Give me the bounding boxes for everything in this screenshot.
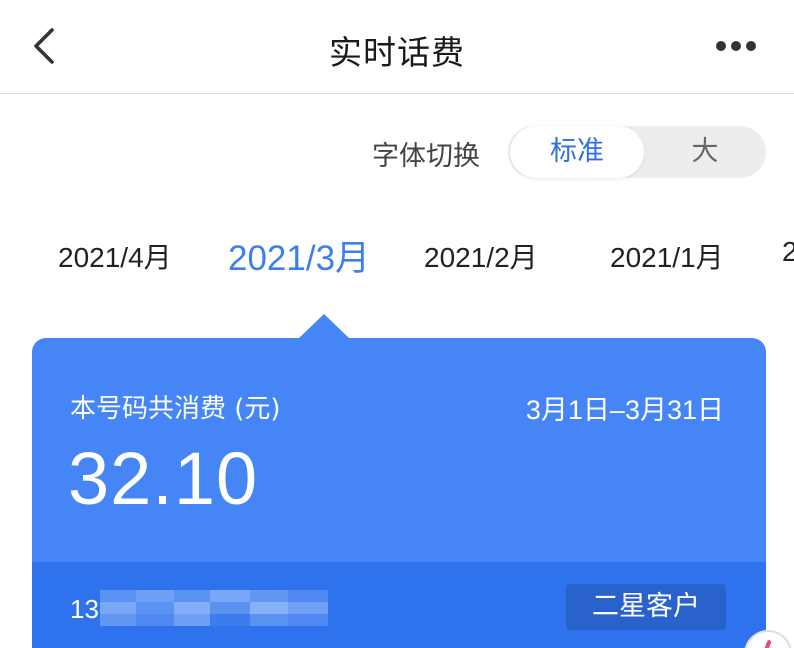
consumption-amount: 32.10 [68,437,259,520]
tab-month[interactable]: 2021/1月 [610,236,724,276]
font-switch-row: 字体切换 标准 大 [0,124,794,180]
page-title: 实时话费 [329,33,465,72]
consumption-card: 本号码共消费 (元) 3月1日–3月31日 32.10 13 二星客户 [32,338,766,648]
navigation-bar: 实时话费 [0,0,794,94]
month-tabs: 2021/4月 2021/3月 2021/2月 2021/1月 2 [0,226,794,286]
more-horizontal-icon [731,41,741,51]
card-footer: 13 二星客户 [32,562,766,648]
tab-month[interactable]: 2 [782,236,794,268]
customer-level-badge: 二星客户 [566,584,726,630]
more-horizontal-icon [716,41,726,51]
date-range: 3月1日–3月31日 [525,395,724,425]
more-horizontal-icon [746,41,756,51]
tab-month[interactable]: 2021/2月 [424,236,538,276]
tab-month-selected[interactable]: 2021/3月 [228,230,370,281]
more-button[interactable] [712,32,760,62]
font-size-toggle: 标准 大 [508,126,766,178]
consumption-label: 本号码共消费 (元) [70,394,281,424]
phone-number-mosaic [100,590,328,632]
assistant-icon [764,639,772,648]
phone-number: 13 [70,594,99,624]
selected-month-pointer [298,314,350,339]
tab-month[interactable]: 2021/4月 [58,236,172,276]
font-option-standard[interactable]: 标准 [510,126,644,178]
font-switch-label: 字体切换 [372,141,480,172]
font-option-large[interactable]: 大 [644,126,766,178]
